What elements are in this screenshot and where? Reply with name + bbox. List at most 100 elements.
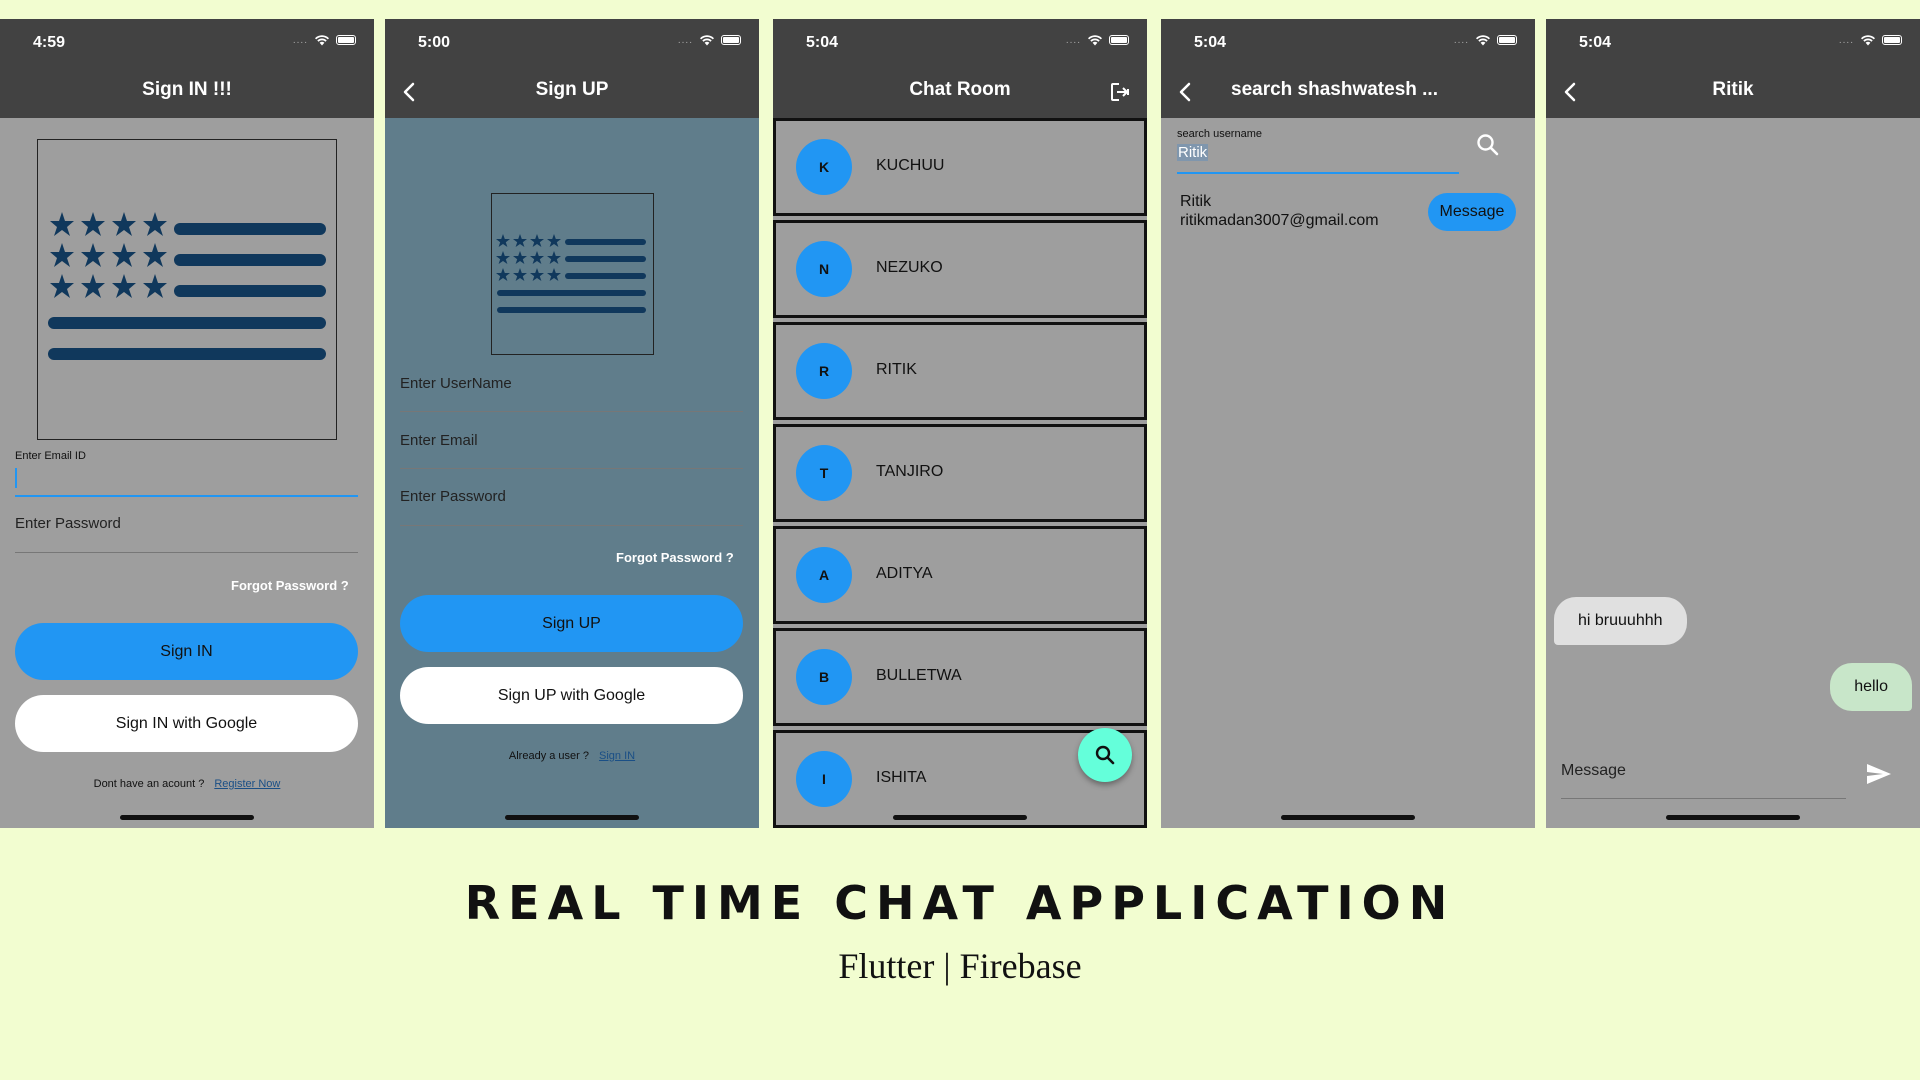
- sent-message: hello: [1830, 663, 1912, 711]
- room-name: ADITYA: [876, 565, 933, 582]
- search-screen: 5:04 .... search shashwatesh ... search …: [1161, 19, 1535, 828]
- signup-screen: 5:00 .... Sign UP Enter UserName Enter E…: [385, 19, 759, 828]
- room-name: NEZUKO: [876, 259, 943, 276]
- home-indicator: [120, 815, 254, 820]
- signin-screen: 4:59 .... Sign IN !!! Enter Email ID Ent…: [0, 19, 374, 828]
- chat-room-item[interactable]: R RITIK: [773, 322, 1147, 420]
- status-icons: ....: [1454, 34, 1517, 46]
- room-name: BULLETWA: [876, 667, 962, 684]
- search-fab-button[interactable]: [1078, 728, 1132, 782]
- forgot-password-link[interactable]: Forgot Password ?: [616, 550, 734, 565]
- search-input[interactable]: Ritik: [1177, 144, 1209, 161]
- logout-icon[interactable]: [1109, 81, 1131, 103]
- search-icon: [1095, 745, 1115, 765]
- chat-room-item[interactable]: A ADITYA: [773, 526, 1147, 624]
- wifi-icon: [700, 35, 714, 46]
- avatar: R: [796, 343, 852, 399]
- status-icons: ....: [1839, 34, 1902, 46]
- text-cursor: [15, 468, 17, 488]
- status-time: 5:04: [806, 34, 839, 51]
- avatar: K: [796, 139, 852, 195]
- search-field-label: search username: [1177, 128, 1262, 140]
- home-indicator: [505, 815, 639, 820]
- page-title: Sign UP: [535, 79, 609, 100]
- signin-button[interactable]: Sign IN: [15, 623, 358, 680]
- register-footer: Dont have an acount ? Register Now: [0, 778, 374, 790]
- conversation-screen: 5:04 .... Ritik hi bruuuhhh hello Messag…: [1546, 19, 1920, 828]
- avatar: A: [796, 547, 852, 603]
- battery-icon: [1882, 35, 1902, 45]
- avatar: T: [796, 445, 852, 501]
- page-title: Ritik: [1712, 79, 1754, 100]
- status-icons: ....: [1066, 34, 1129, 46]
- status-time: 5:04: [1579, 34, 1612, 51]
- chat-room-item[interactable]: K KUCHUU: [773, 118, 1147, 216]
- register-now-link[interactable]: Register Now: [214, 778, 280, 790]
- caption-title: REAL TIME CHAT APPLICATION: [464, 876, 1456, 930]
- app-bar: 5:04 .... Chat Room: [773, 19, 1147, 118]
- home-indicator: [893, 815, 1027, 820]
- send-icon[interactable]: [1864, 759, 1894, 789]
- search-underline: [1177, 172, 1459, 174]
- battery-icon: [1109, 35, 1129, 45]
- email-field[interactable]: [15, 495, 358, 497]
- signal-icon: ....: [292, 34, 308, 46]
- signin-footer: Already a user ? Sign IN: [385, 750, 759, 762]
- password-underline: [400, 525, 743, 526]
- wifi-icon: [1088, 35, 1102, 46]
- battery-icon: [1497, 35, 1517, 45]
- app-bar: 5:00 .... Sign UP: [385, 19, 759, 118]
- footer-text: Dont have an acount ?: [93, 778, 205, 790]
- avatar: B: [796, 649, 852, 705]
- chatroom-screen: 5:04 .... Chat Room K KUCHUU N NEZUKO R …: [773, 19, 1147, 828]
- flag-logo-icon: [491, 193, 654, 355]
- home-indicator: [1281, 815, 1415, 820]
- battery-icon: [336, 35, 356, 45]
- status-icons: ....: [293, 34, 356, 46]
- chat-room-item[interactable]: N NEZUKO: [773, 220, 1147, 318]
- status-time: 5:04: [1194, 34, 1227, 51]
- message-input[interactable]: Message: [1561, 762, 1626, 780]
- chat-room-item[interactable]: B BULLETWA: [773, 628, 1147, 726]
- page-title: Sign IN !!!: [142, 79, 232, 100]
- email-field[interactable]: Enter Email: [400, 432, 478, 449]
- back-arrow-icon[interactable]: [1175, 81, 1197, 103]
- wifi-icon: [1476, 35, 1490, 46]
- chat-room-item[interactable]: T TANJIRO: [773, 424, 1147, 522]
- status-icons: ....: [678, 34, 741, 46]
- email-field-label: Enter Email ID: [15, 450, 86, 462]
- password-field[interactable]: Enter Password: [400, 488, 506, 505]
- message-underline: [1561, 798, 1846, 799]
- result-user-email: ritikmadan3007@gmail.com: [1180, 212, 1379, 229]
- password-underline: [15, 552, 358, 553]
- status-time: 5:00: [418, 34, 451, 51]
- signal-icon: ....: [1065, 34, 1081, 46]
- status-time: 4:59: [33, 34, 66, 51]
- email-underline: [400, 468, 743, 469]
- avatar: N: [796, 241, 852, 297]
- password-field[interactable]: Enter Password: [15, 515, 121, 532]
- signin-link[interactable]: Sign IN: [599, 750, 635, 762]
- page-title: Chat Room: [909, 79, 1011, 100]
- google-signup-button[interactable]: Sign UP with Google: [400, 667, 743, 724]
- home-indicator: [1666, 815, 1800, 820]
- username-field[interactable]: Enter UserName: [400, 375, 512, 392]
- caption-subtitle: Flutter | Firebase: [838, 946, 1082, 986]
- room-name: ISHITA: [876, 769, 927, 786]
- search-icon[interactable]: [1475, 132, 1501, 158]
- received-message: hi bruuuhhh: [1554, 597, 1687, 645]
- signup-button[interactable]: Sign UP: [400, 595, 743, 652]
- flag-logo-icon: [37, 139, 337, 440]
- room-name: TANJIRO: [876, 463, 944, 480]
- room-name: KUCHUU: [876, 157, 945, 174]
- google-signin-button[interactable]: Sign IN with Google: [15, 695, 358, 752]
- app-bar: 5:04 .... Ritik: [1546, 19, 1920, 118]
- message-button[interactable]: Message: [1428, 193, 1516, 231]
- username-underline: [400, 411, 743, 412]
- signal-icon: ....: [1453, 34, 1469, 46]
- signal-icon: ....: [1838, 34, 1854, 46]
- app-bar: 5:04 .... search shashwatesh ...: [1161, 19, 1535, 118]
- page-title: search shashwatesh ...: [1231, 79, 1438, 100]
- avatar: I: [796, 751, 852, 807]
- forgot-password-link[interactable]: Forgot Password ?: [231, 578, 349, 593]
